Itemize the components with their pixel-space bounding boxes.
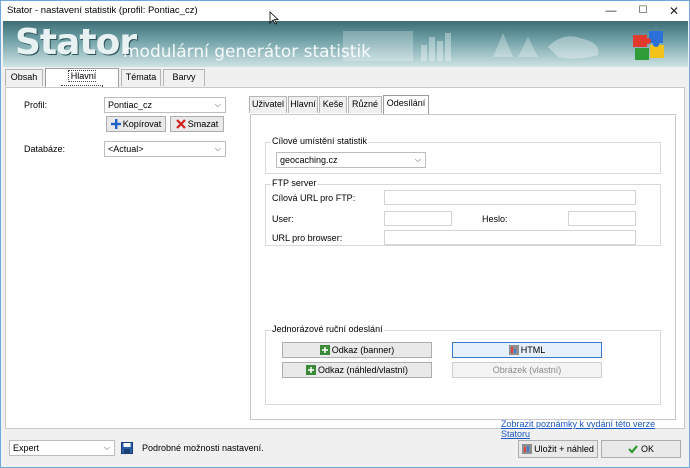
profile-select[interactable]: Pontiac_cz ⌵ xyxy=(104,97,226,113)
profile-label: Profil: xyxy=(24,100,48,110)
plus-icon xyxy=(110,119,121,129)
tab-label: Různé xyxy=(351,99,378,109)
copy-button-label: Kopírovat xyxy=(122,119,162,129)
password-field[interactable] xyxy=(568,211,636,226)
tab-label: Obsah xyxy=(10,72,38,82)
tab-label: Uživatel xyxy=(251,99,284,109)
copy-profile-button[interactable]: Kopírovat xyxy=(106,116,166,132)
minimize-button[interactable]: — xyxy=(596,1,626,21)
app-logo: Stator xyxy=(15,22,137,63)
custom-image-label: Obrázek (vlastní) xyxy=(492,365,562,375)
tab-label: Odesílání xyxy=(386,98,426,108)
manual-send-group: Jednorázové ruční odeslání Odkaz (banner… xyxy=(265,324,661,405)
chevron-down-icon: ⌵ xyxy=(214,100,221,109)
tab-temata[interactable]: Témata xyxy=(121,69,161,86)
tab-label: Barvy xyxy=(172,72,196,82)
user-field[interactable] xyxy=(384,211,452,226)
tab-uzivatel[interactable]: Uživatel xyxy=(249,96,287,113)
mouse-cursor-icon xyxy=(269,11,279,25)
close-button[interactable]: ✕ xyxy=(659,1,689,21)
ftp-url-label: Cílová URL pro FTP: xyxy=(272,193,356,203)
link-icon xyxy=(319,345,330,355)
tab-obsah[interactable]: Obsah xyxy=(5,69,43,86)
release-notes-link[interactable]: Zobrazit poznámky k vydání této verze St… xyxy=(501,419,684,439)
puzzle-logo-icon xyxy=(633,31,664,60)
target-location-select[interactable]: geocaching.cz ⌵ xyxy=(276,152,426,168)
custom-image-button[interactable]: Obrázek (vlastní) xyxy=(452,362,602,378)
banner-link-button[interactable]: Odkaz (banner) xyxy=(282,342,432,358)
tab-hlavni-nastaveni[interactable]: Hlavní nastavení xyxy=(45,68,119,97)
database-select[interactable]: <Actual> ⌵ xyxy=(104,141,226,157)
preview-link-label: Odkaz (náhled/vlastní) xyxy=(317,365,409,375)
mode-select[interactable]: Expert ⌵ xyxy=(9,440,115,456)
ok-button[interactable]: OK xyxy=(601,440,681,458)
preview-link-button[interactable]: Odkaz (náhled/vlastní) xyxy=(282,362,432,378)
odesilani-panel: Cílové umístění statistik geocaching.cz … xyxy=(250,114,676,420)
group-title: FTP server xyxy=(271,178,318,188)
html-button[interactable]: HTML xyxy=(452,342,602,358)
save-preview-button[interactable]: Uložit + náhled xyxy=(518,440,598,458)
banner-link-label: Odkaz (banner) xyxy=(331,345,395,355)
tab-label: Témata xyxy=(125,72,157,82)
save-disk-icon[interactable] xyxy=(121,442,133,454)
settings-panel: Profil: Pontiac_cz ⌵ Kopírovat Smazat Da… xyxy=(5,87,685,439)
tab-label: Hlavní xyxy=(290,99,316,109)
save-preview-label: Uložit + náhled xyxy=(534,444,594,454)
user-label: User: xyxy=(272,214,294,224)
target-location-value: geocaching.cz xyxy=(280,155,338,165)
title-bar: Stator - nastavení statistik (profil: Po… xyxy=(1,1,689,21)
database-select-value: <Actual> xyxy=(108,144,144,154)
browser-url-field[interactable] xyxy=(384,230,636,245)
maximize-button[interactable]: ☐ xyxy=(628,1,658,21)
banner-decoration-graphic xyxy=(343,31,599,61)
database-label: Databáze: xyxy=(24,144,66,154)
delete-x-icon xyxy=(175,119,186,129)
mode-hint: Podrobné možnosti nastavení. xyxy=(142,443,264,453)
html-icon xyxy=(508,345,519,355)
preview-chart-icon xyxy=(522,444,533,454)
delete-profile-button[interactable]: Smazat xyxy=(170,116,224,132)
tab-kese[interactable]: Keše xyxy=(319,96,347,113)
app-subtitle: modulární generátor statistik xyxy=(123,42,372,62)
group-title: Jednorázové ruční odeslání xyxy=(271,324,384,334)
html-button-label: HTML xyxy=(520,345,546,355)
ftp-url-field[interactable] xyxy=(384,190,636,205)
mode-select-value: Expert xyxy=(13,443,40,453)
group-title: Cílové umístění statistik xyxy=(271,136,369,146)
delete-button-label: Smazat xyxy=(187,119,219,129)
link-icon xyxy=(305,365,316,375)
chevron-down-icon: ⌵ xyxy=(103,443,110,452)
chevron-down-icon: ⌵ xyxy=(214,144,221,153)
target-location-group: Cílové umístění statistik geocaching.cz … xyxy=(265,136,661,174)
window-title: Stator - nastavení statistik (profil: Po… xyxy=(7,5,198,16)
browser-url-label: URL pro browser: xyxy=(272,233,343,243)
tab-barvy[interactable]: Barvy xyxy=(163,69,205,86)
tab-odesilani[interactable]: Odesílání xyxy=(383,95,429,114)
tab-ruzne[interactable]: Různé xyxy=(348,96,382,113)
tab-hlavni[interactable]: Hlavní xyxy=(288,96,318,113)
tab-label: Keše xyxy=(322,99,344,109)
ftp-server-group: FTP server Cílová URL pro FTP: User: Hes… xyxy=(265,178,661,246)
checkmark-icon xyxy=(628,445,638,454)
profile-select-value: Pontiac_cz xyxy=(108,100,153,110)
header-banner: Stator modulární generátor statistik xyxy=(3,21,688,67)
chevron-down-icon: ⌵ xyxy=(414,155,421,164)
app-window: Stator - nastavení statistik (profil: Po… xyxy=(0,0,690,468)
ok-button-label: OK xyxy=(640,444,654,454)
password-label: Heslo: xyxy=(482,214,508,224)
